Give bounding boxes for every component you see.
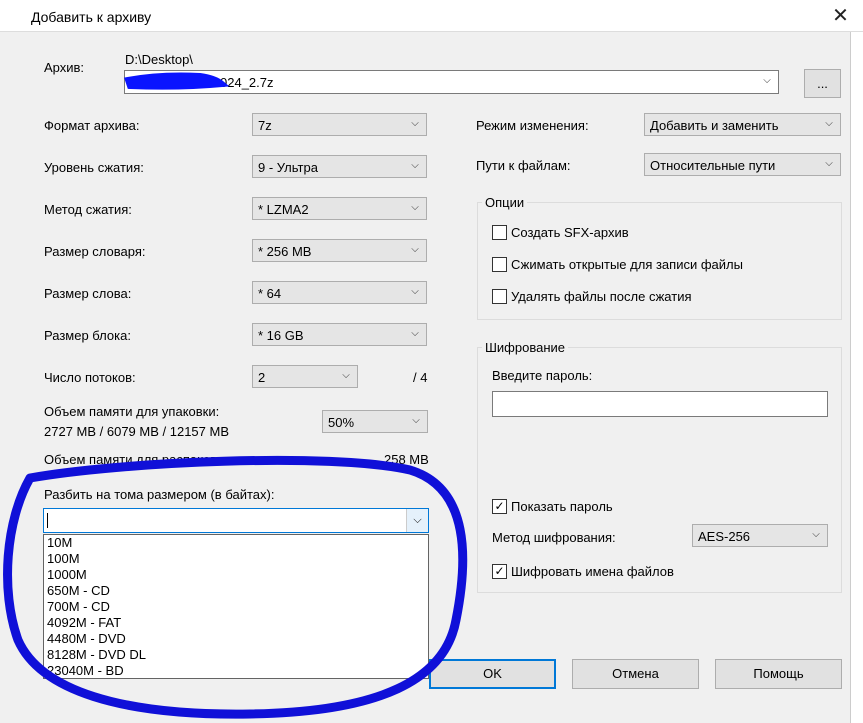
sfx-label: Создать SFX-архив (511, 225, 629, 240)
split-option-4480m-dvd[interactable]: 4480M - DVD (44, 631, 428, 647)
chevron-down-icon: ⌵ (411, 160, 419, 171)
block-label: Размер блока: (44, 328, 131, 343)
mem-unpack-label: Объем памяти для распаковки: (44, 452, 234, 467)
password-input[interactable] (492, 391, 828, 417)
chevron-down-icon: ⌵ (812, 529, 820, 540)
enc-method-label: Метод шифрования: (492, 530, 616, 545)
chevron-down-icon: ⌵ (763, 75, 771, 86)
ok-button[interactable]: OK (429, 659, 556, 689)
method-value: * LZMA2 (258, 202, 309, 217)
encryption-title: Шифрование (482, 340, 568, 355)
split-option-23040m-bd[interactable]: 23040M - BD (44, 663, 428, 679)
level-value: 9 - Ультра (258, 160, 318, 175)
split-option-650m-cd[interactable]: 650M - CD (44, 583, 428, 599)
block-combo[interactable]: * 16 GB ⌵ (252, 323, 427, 346)
shared-label: Сжимать открытые для записи файлы (511, 257, 743, 272)
update-mode-label: Режим изменения: (476, 118, 589, 133)
archive-label: Архив: (44, 60, 85, 75)
archive-name-combo[interactable]: 024_2.7z ⌵ (124, 70, 779, 94)
format-value: 7z (258, 118, 272, 133)
format-combo[interactable]: 7z ⌵ (252, 113, 427, 136)
chevron-down-icon: ⌵ (825, 158, 833, 169)
chevron-down-icon: ⌵ (825, 118, 833, 129)
mem-percent-combo[interactable]: 50% ⌵ (322, 410, 428, 433)
paths-combo[interactable]: Относительные пути ⌵ (644, 153, 841, 176)
word-label: Размер слова: (44, 286, 132, 301)
chevron-down-icon: ⌵ (411, 244, 419, 255)
split-option-8128m-dvd-dl[interactable]: 8128M - DVD DL (44, 647, 428, 663)
delete-checkbox[interactable] (492, 289, 507, 304)
word-combo[interactable]: * 64 ⌵ (252, 281, 427, 304)
background-window-edge (850, 32, 863, 723)
threads-max: / 4 (413, 370, 428, 385)
chevron-down-icon: ⌵ (411, 118, 419, 129)
split-label: Разбить на тома размером (в байтах): (44, 487, 275, 502)
method-label: Метод сжатия: (44, 202, 132, 217)
chevron-down-icon: ⌵ (411, 202, 419, 213)
update-mode-value: Добавить и заменить (650, 118, 779, 133)
split-option-4092m-fat[interactable]: 4092M - FAT (44, 615, 428, 631)
mem-pack-values: 2727 MB / 6079 MB / 12157 MB (44, 424, 229, 439)
dict-label: Размер словаря: (44, 244, 146, 259)
delete-label: Удалять файлы после сжатия (511, 289, 692, 304)
show-password-checkbox[interactable]: ✓ (492, 499, 507, 514)
level-label: Уровень сжатия: (44, 160, 144, 175)
title-bar: Добавить к архиву ✕ (0, 0, 863, 32)
text-caret (47, 513, 48, 528)
close-button[interactable]: ✕ (818, 0, 863, 32)
mem-percent-value: 50% (328, 415, 355, 430)
password-label: Введите пароль: (492, 368, 593, 383)
threads-value: 2 (258, 370, 266, 385)
encrypt-names-label: Шифровать имена файлов (511, 564, 674, 579)
chevron-down-icon: ⌵ (342, 370, 350, 381)
update-mode-combo[interactable]: Добавить и заменить ⌵ (644, 113, 841, 136)
chevron-down-icon: ⌵ (411, 328, 419, 339)
split-option-100m[interactable]: 100M (44, 551, 428, 567)
browse-button[interactable]: ... (804, 69, 841, 98)
paths-value: Относительные пути (650, 158, 776, 173)
split-option-10m[interactable]: 10M (44, 535, 428, 551)
cancel-button[interactable]: Отмена (572, 659, 699, 689)
block-value: * 16 GB (258, 328, 304, 343)
help-button[interactable]: Помощь (715, 659, 842, 689)
encrypt-names-checkbox[interactable]: ✓ (492, 564, 507, 579)
method-combo[interactable]: * LZMA2 ⌵ (252, 197, 427, 220)
show-password-label: Показать пароль (511, 499, 613, 514)
chevron-down-icon[interactable]: ⌵ (406, 509, 428, 532)
sfx-checkbox[interactable] (492, 225, 507, 240)
threads-label: Число потоков: (44, 370, 136, 385)
chevron-down-icon: ⌵ (412, 415, 420, 426)
enc-method-value: AES-256 (698, 529, 751, 544)
encryption-group (477, 347, 842, 593)
threads-combo[interactable]: 2 ⌵ (252, 365, 358, 388)
chevron-down-icon: ⌵ (411, 286, 419, 297)
window-title: Добавить к архиву (31, 9, 152, 25)
level-combo[interactable]: 9 - Ультра ⌵ (252, 155, 427, 178)
paths-label: Пути к файлам: (476, 158, 571, 173)
split-option-700m-cd[interactable]: 700M - CD (44, 599, 428, 615)
split-dropdown-list[interactable]: 10M 100M 1000M 650M - CD 700M - CD 4092M… (43, 534, 429, 679)
enc-method-combo[interactable]: AES-256 ⌵ (692, 524, 828, 547)
mem-unpack-value: 258 MB (384, 452, 429, 467)
shared-checkbox[interactable] (492, 257, 507, 272)
word-value: * 64 (258, 286, 282, 301)
split-volume-combo[interactable]: ⌵ (43, 508, 429, 533)
options-title: Опции (482, 195, 528, 210)
dict-value: * 256 MB (258, 244, 312, 259)
dict-combo[interactable]: * 256 MB ⌵ (252, 239, 427, 262)
archive-path: D:\Desktop\ (125, 52, 193, 67)
split-option-1000m[interactable]: 1000M (44, 567, 428, 583)
mem-pack-label: Объем памяти для упаковки: (44, 404, 220, 419)
archive-filename: 024_2.7z (220, 75, 274, 90)
format-label: Формат архива: (44, 118, 140, 133)
